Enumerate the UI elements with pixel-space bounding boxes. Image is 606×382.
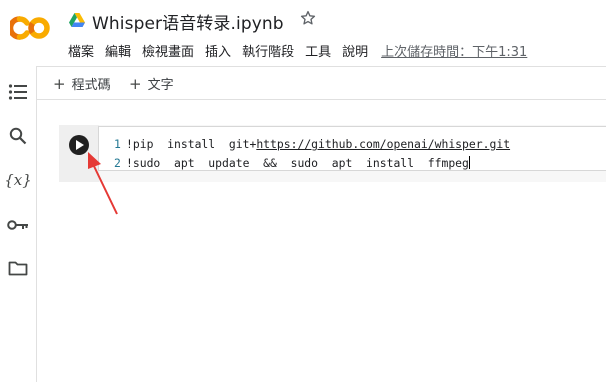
- add-text-button[interactable]: + 文字: [129, 74, 174, 93]
- text-cursor: [468, 156, 470, 169]
- menu-view[interactable]: 檢視畫面: [142, 41, 194, 60]
- variables-icon[interactable]: {x}: [4, 169, 32, 191]
- plus-icon: +: [53, 75, 66, 93]
- code-line-1: 1 !pip install git+https://github.com/ope…: [114, 137, 510, 151]
- code-editor[interactable]: 1 !pip install git+https://github.com/ope…: [98, 126, 606, 171]
- table-of-contents-icon[interactable]: [7, 81, 29, 103]
- add-code-label: 程式碼: [71, 78, 111, 93]
- annotation-arrow: [88, 152, 118, 215]
- code-text: !sudo apt update && sudo apt install ffm…: [126, 156, 469, 170]
- code-url-link[interactable]: https://github.com/openai/whisper.git: [256, 137, 510, 151]
- line-number: 1: [114, 137, 121, 151]
- code-line-2: 2 !sudo apt update && sudo apt install ff…: [114, 156, 470, 170]
- menu-help[interactable]: 說明: [342, 41, 368, 60]
- last-saved-link[interactable]: 上次儲存時間：下午1:31: [381, 41, 527, 60]
- colab-logo[interactable]: [10, 13, 52, 43]
- secrets-key-icon[interactable]: [7, 214, 29, 236]
- menu-edit[interactable]: 編輯: [105, 41, 131, 60]
- add-text-label: 文字: [147, 78, 174, 93]
- code-text: !pip install git+: [126, 137, 257, 151]
- notebook-title[interactable]: Whisper语音转录.ipynb: [92, 9, 284, 34]
- menu-bar: 檔案 編輯 檢視畫面 插入 執行階段 工具 說明 上次儲存時間：下午1:31: [68, 41, 527, 60]
- search-icon[interactable]: [7, 125, 29, 147]
- left-sidebar: {x}: [0, 66, 37, 382]
- files-folder-icon[interactable]: [7, 257, 29, 279]
- add-code-button[interactable]: + 程式碼: [53, 74, 111, 93]
- star-icon[interactable]: [299, 9, 317, 27]
- menu-tools[interactable]: 工具: [305, 41, 331, 60]
- plus-icon: +: [129, 75, 142, 93]
- play-icon: [75, 140, 84, 150]
- menu-insert[interactable]: 插入: [205, 41, 231, 60]
- menu-file[interactable]: 檔案: [68, 41, 94, 60]
- notebook-toolbar: + 程式碼 + 文字: [37, 66, 606, 100]
- menu-runtime[interactable]: 執行階段: [242, 41, 294, 60]
- google-drive-icon[interactable]: [69, 13, 85, 27]
